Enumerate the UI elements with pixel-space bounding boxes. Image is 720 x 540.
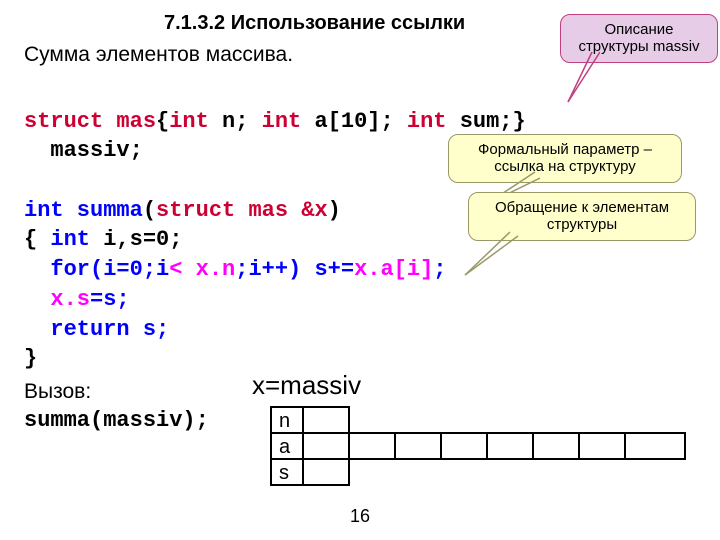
code-token: return s; xyxy=(24,317,169,342)
code-token: int xyxy=(50,227,90,252)
code-token: struct mas xyxy=(24,109,156,134)
page-number: 16 xyxy=(350,506,370,527)
code-token: int xyxy=(407,109,447,134)
code-token: i,s=0; xyxy=(90,227,182,252)
callout-text: ссылка на структуру xyxy=(494,158,636,175)
code-token: ) xyxy=(328,198,341,223)
callout-text: структуры massiv xyxy=(578,38,699,55)
code-token: for(i=0;i xyxy=(24,257,169,282)
code-token: summa(massiv); xyxy=(24,408,209,433)
code-token: } xyxy=(24,346,37,371)
code-token: ;i++) s+= xyxy=(235,257,354,282)
diagram-label-s: s xyxy=(279,462,289,484)
code-token: x.a[i] xyxy=(354,257,433,282)
callout-text: Формальный параметр – xyxy=(478,141,652,158)
code-token: { xyxy=(156,109,169,134)
code-token: a[10]; xyxy=(301,109,407,134)
code-token: ; xyxy=(433,257,446,282)
x-equals-massiv: x=massiv xyxy=(252,370,361,401)
code-token: x.s xyxy=(24,287,90,312)
diagram-label-a: a xyxy=(279,436,291,458)
code-token: { xyxy=(24,227,50,252)
code-token: < x.n xyxy=(169,257,235,282)
code-token: n; xyxy=(209,109,262,134)
code-token: =s; xyxy=(90,287,130,312)
code-token: int xyxy=(169,109,209,134)
code-token: sum;} xyxy=(447,109,526,134)
code-token: ( xyxy=(143,198,156,223)
callout-formal-param: Формальный параметр – ссылка на структур… xyxy=(448,134,682,183)
callout-struct-description: Описание структуры massiv xyxy=(560,14,718,63)
callout-struct-access: Обращение к элементам структуры xyxy=(468,192,696,241)
code-token: int xyxy=(262,109,302,134)
code-token: struct mas &x xyxy=(156,198,328,223)
diagram-label-n: n xyxy=(279,410,290,432)
callout-text: структуры xyxy=(547,216,617,233)
struct-diagram: n a s xyxy=(270,406,690,497)
callout-text: Обращение к элементам xyxy=(495,199,669,216)
callout-text: Описание xyxy=(604,21,673,38)
code-token: int summa xyxy=(24,198,143,223)
code-token: massiv; xyxy=(24,138,143,163)
